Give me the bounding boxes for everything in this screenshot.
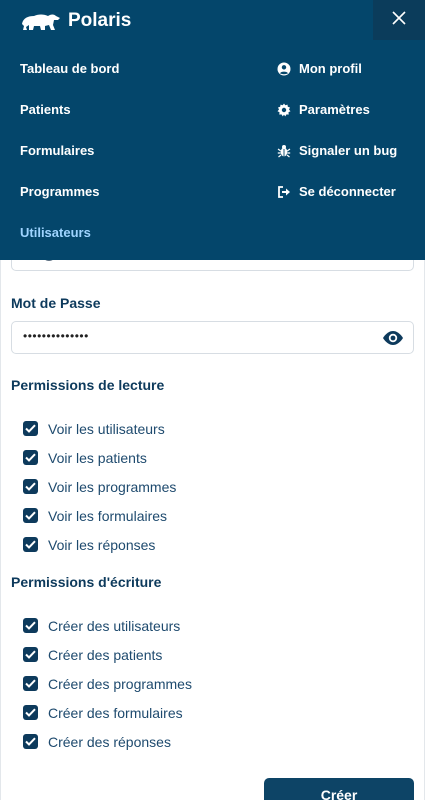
checkbox[interactable] xyxy=(23,450,38,465)
nav-item-dashboard[interactable]: Tableau de bord xyxy=(20,62,119,103)
bug-icon xyxy=(276,144,292,158)
nav-item-label: Paramètres xyxy=(299,102,370,117)
permission-row[interactable]: Créer des formulaires xyxy=(23,698,192,727)
logout-icon xyxy=(276,185,292,199)
polar-bear-logo-icon xyxy=(20,8,62,34)
read-permissions-list: Voir les utilisateurs Voir les patients … xyxy=(23,414,176,559)
nav-item-label: Se déconnecter xyxy=(299,184,396,199)
permission-label: Voir les patients xyxy=(48,449,147,466)
checkbox[interactable] xyxy=(23,705,38,720)
checkbox[interactable] xyxy=(23,537,38,552)
nav-main-links: Tableau de bord Patients Formulaires Pro… xyxy=(20,62,119,267)
permission-row[interactable]: Voir les réponses xyxy=(23,530,176,559)
permission-label: Voir les programmes xyxy=(48,478,177,495)
eye-icon[interactable] xyxy=(381,329,405,347)
permission-label: Créer des réponses xyxy=(48,733,171,750)
gear-icon xyxy=(276,103,292,117)
permission-row[interactable]: Créer des programmes xyxy=(23,669,192,698)
permission-row[interactable]: Voir les patients xyxy=(23,443,176,472)
permission-label: Créer des patients xyxy=(48,646,163,663)
brand[interactable]: Polaris xyxy=(20,8,131,34)
nav-item-logout[interactable]: Se déconnecter xyxy=(276,185,397,226)
permission-label: Voir les réponses xyxy=(48,536,156,553)
nav-menu: Polaris Tableau de bord Patients Formula… xyxy=(0,0,425,260)
checkbox[interactable] xyxy=(23,676,38,691)
permission-row[interactable]: Voir les programmes xyxy=(23,472,176,501)
password-value: •••••••••••••• xyxy=(23,329,89,343)
permission-row[interactable]: Créer des patients xyxy=(23,640,192,669)
nav-account-links: Mon profil Paramètres Signaler un bug Se… xyxy=(276,62,397,226)
checkbox[interactable] xyxy=(23,618,38,633)
nav-item-users[interactable]: Utilisateurs xyxy=(20,226,119,267)
close-button[interactable] xyxy=(373,0,425,40)
nav-item-forms[interactable]: Formulaires xyxy=(20,144,119,185)
write-permissions-title: Permissions d'écriture xyxy=(11,574,162,590)
permission-label: Voir les utilisateurs xyxy=(48,420,165,437)
checkbox[interactable] xyxy=(23,421,38,436)
user-circle-icon xyxy=(276,62,292,76)
permission-row[interactable]: Créer des réponses xyxy=(23,727,192,756)
nav-item-label: Mon profil xyxy=(299,61,362,76)
brand-name: Polaris xyxy=(68,10,132,31)
write-permissions-list: Créer des utilisateurs Créer des patient… xyxy=(23,611,192,756)
nav-item-programs[interactable]: Programmes xyxy=(20,185,119,226)
permission-row[interactable]: Voir les utilisateurs xyxy=(23,414,176,443)
permission-label: Créer des formulaires xyxy=(48,704,183,721)
password-label: Mot de Passe xyxy=(11,295,101,311)
checkbox[interactable] xyxy=(23,479,38,494)
create-button[interactable]: Créer xyxy=(264,778,414,800)
checkbox[interactable] xyxy=(23,647,38,662)
close-icon xyxy=(392,10,406,30)
permission-row[interactable]: Créer des utilisateurs xyxy=(23,611,192,640)
nav-item-settings[interactable]: Paramètres xyxy=(276,103,397,144)
nav-item-label: Signaler un bug xyxy=(299,143,398,158)
checkbox[interactable] xyxy=(23,508,38,523)
permission-label: Voir les formulaires xyxy=(48,507,168,524)
nav-item-patients[interactable]: Patients xyxy=(20,103,119,144)
nav-item-report-bug[interactable]: Signaler un bug xyxy=(276,144,397,185)
permission-row[interactable]: Voir les formulaires xyxy=(23,501,176,530)
permission-label: Créer des utilisateurs xyxy=(48,617,181,634)
permission-label: Créer des programmes xyxy=(48,675,192,692)
password-field[interactable]: •••••••••••••• xyxy=(11,321,414,354)
nav-item-profile[interactable]: Mon profil xyxy=(276,62,397,103)
checkbox[interactable] xyxy=(23,734,38,749)
read-permissions-title: Permissions de lecture xyxy=(11,377,165,393)
